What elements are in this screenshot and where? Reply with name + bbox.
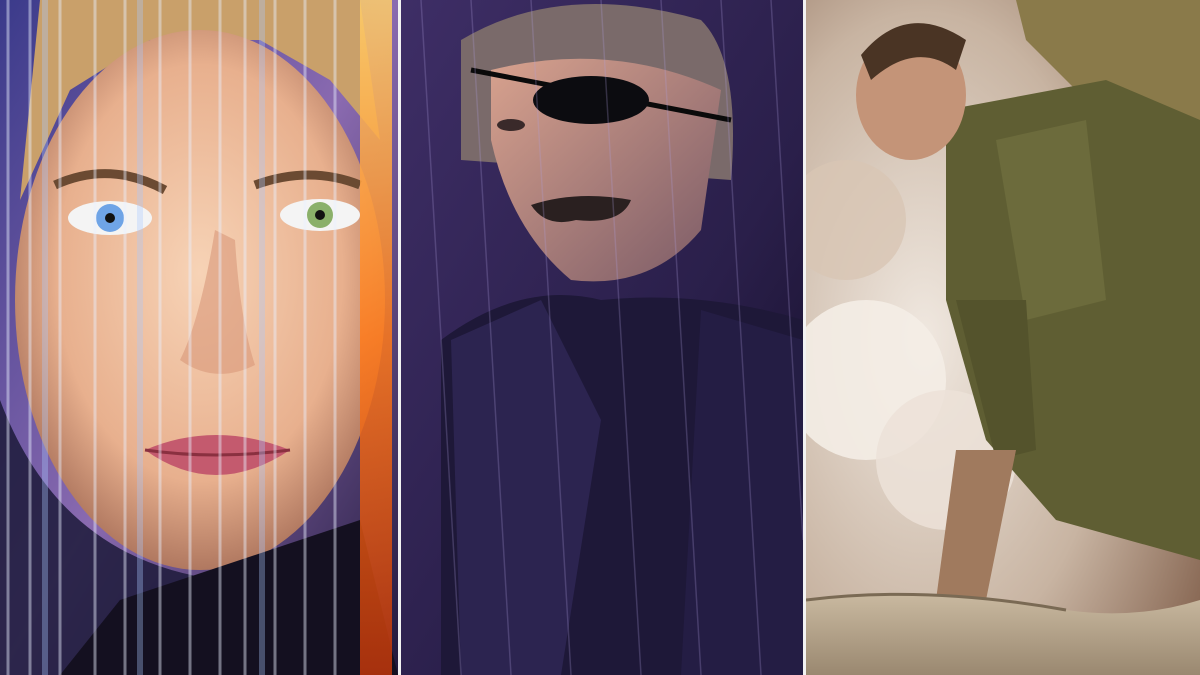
- image-collage: [0, 0, 1200, 675]
- portrait-panel-middle: [401, 0, 803, 675]
- portrait-illustration-middle: [401, 0, 803, 675]
- portrait-panel-right: [806, 0, 1200, 675]
- portrait-illustration-left: [0, 0, 398, 675]
- portrait-panel-left: [0, 0, 398, 675]
- portrait-illustration-right: [806, 0, 1200, 675]
